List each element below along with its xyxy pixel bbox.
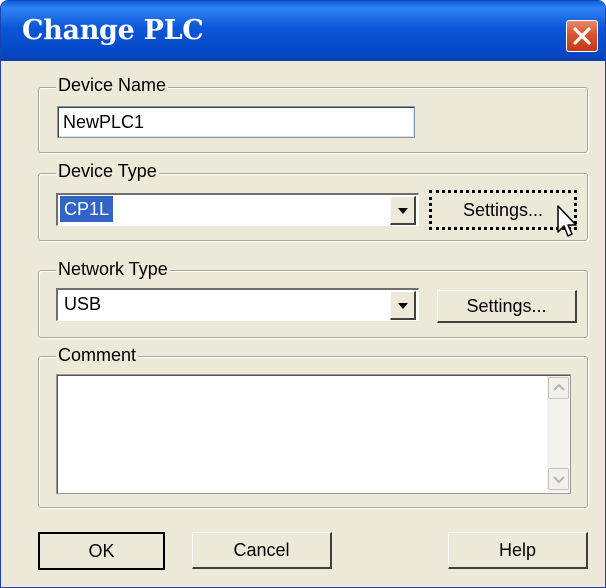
device-name-value: NewPLC1	[63, 112, 145, 132]
ok-button[interactable]: OK	[38, 532, 165, 570]
scroll-down-button[interactable]	[548, 468, 569, 490]
device-name-label: Device Name	[56, 74, 169, 96]
close-icon	[573, 27, 591, 45]
chevron-down-icon	[398, 208, 408, 214]
title-bar[interactable]: Change PLC	[1, 1, 605, 61]
ok-label: OK	[88, 541, 115, 561]
device-name-input[interactable]: NewPLC1	[57, 106, 415, 138]
device-type-label: Device Type	[56, 160, 159, 182]
comment-textarea[interactable]	[56, 374, 571, 494]
device-type-settings-button[interactable]: Settings...	[429, 190, 577, 230]
change-plc-dialog: Change PLC Device Name NewPLC1 Device Ty…	[0, 0, 606, 588]
device-type-dropdown[interactable]: CP1L	[56, 193, 419, 226]
network-type-dropdown[interactable]: USB	[56, 288, 419, 321]
scroll-up-button[interactable]	[548, 377, 569, 399]
network-type-settings-label: Settings...	[466, 296, 547, 316]
mouse-pointer-icon	[557, 205, 577, 237]
close-button[interactable]	[566, 20, 598, 52]
network-type-label: Network Type	[56, 258, 170, 280]
scroll-up-icon	[553, 383, 565, 391]
network-type-settings-button[interactable]: Settings...	[437, 290, 577, 323]
window-title: Change PLC	[22, 15, 204, 46]
cancel-label: Cancel	[233, 540, 290, 560]
help-label: Help	[498, 540, 537, 560]
device-type-settings-label: Settings...	[462, 200, 544, 220]
network-type-selected: USB	[64, 294, 102, 314]
help-button[interactable]: Help	[448, 532, 588, 569]
device-type-selected: CP1L	[60, 196, 114, 222]
cancel-button[interactable]: Cancel	[192, 532, 332, 569]
device-type-dropdown-button[interactable]	[390, 196, 416, 225]
comment-label: Comment	[56, 344, 139, 366]
scroll-down-icon	[553, 476, 565, 484]
network-type-dropdown-button[interactable]	[390, 291, 416, 320]
chevron-down-icon	[398, 303, 408, 309]
comment-scrollbar[interactable]	[547, 376, 570, 492]
